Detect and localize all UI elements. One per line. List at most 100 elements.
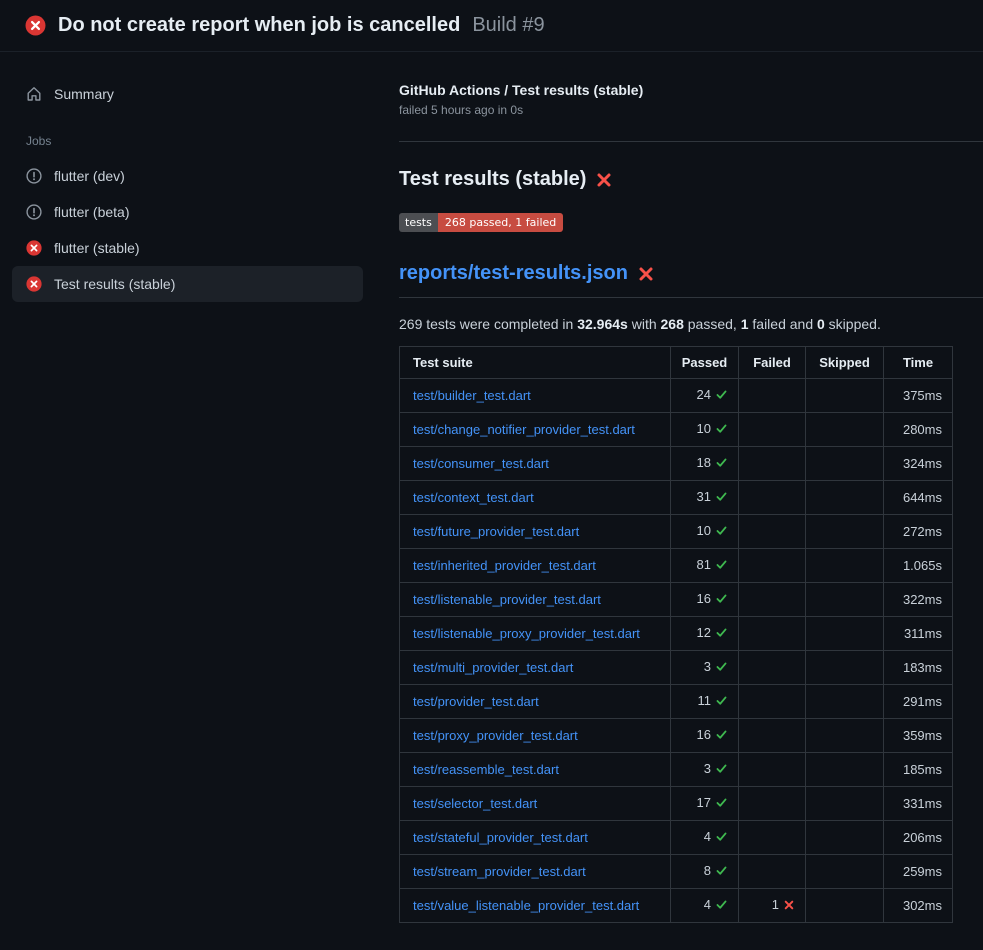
- failed-cell: [739, 549, 806, 583]
- time-cell: 259ms: [884, 855, 953, 889]
- table-row: test/future_provider_test.dart10272ms: [400, 515, 953, 549]
- passed-cell: 4: [671, 889, 739, 923]
- suite-link[interactable]: test/multi_provider_test.dart: [413, 660, 573, 675]
- skipped-cell: [806, 515, 884, 549]
- section-title: Test results (stable): [399, 168, 983, 191]
- suite-cell: test/future_provider_test.dart: [400, 515, 671, 549]
- suite-link[interactable]: test/stateful_provider_test.dart: [413, 830, 588, 845]
- failed-cell: [739, 719, 806, 753]
- check-icon: [715, 864, 728, 880]
- sidebar-job-2[interactable]: flutter (beta): [12, 194, 363, 230]
- suite-cell: test/change_notifier_provider_test.dart: [400, 413, 671, 447]
- x-circle-icon: [26, 276, 42, 292]
- suite-link[interactable]: test/listenable_provider_test.dart: [413, 592, 601, 607]
- report-file-link[interactable]: reports/test-results.json: [399, 262, 628, 285]
- passed-count: 10: [697, 421, 711, 436]
- suite-link[interactable]: test/context_test.dart: [413, 490, 534, 505]
- passed-cell: 24: [671, 379, 739, 413]
- time-cell: 311ms: [884, 617, 953, 651]
- skipped-cell: [806, 481, 884, 515]
- check-icon: [715, 456, 728, 472]
- x-icon: [783, 899, 795, 914]
- check-icon: [715, 796, 728, 812]
- check-icon: [715, 524, 728, 540]
- time-cell: 291ms: [884, 685, 953, 719]
- sidebar-item-summary[interactable]: Summary: [12, 76, 363, 112]
- suite-link[interactable]: test/change_notifier_provider_test.dart: [413, 422, 635, 437]
- time-cell: 644ms: [884, 481, 953, 515]
- failed-cell: [739, 787, 806, 821]
- sidebar-job-1[interactable]: flutter (dev): [12, 158, 363, 194]
- time-cell: 1.065s: [884, 549, 953, 583]
- x-circle-icon: [26, 240, 42, 256]
- skipped-cell: [806, 583, 884, 617]
- passed-cell: 3: [671, 651, 739, 685]
- table-row: test/provider_test.dart 11 291ms: [400, 685, 953, 719]
- build-failed-icon: [25, 15, 46, 36]
- section-title-text: Test results (stable): [399, 168, 586, 191]
- check-icon: [715, 830, 728, 846]
- suite-link[interactable]: test/proxy_provider_test.dart: [413, 728, 578, 743]
- failed-cell: [739, 821, 806, 855]
- passed-count: 11: [698, 693, 712, 708]
- passed-count: 16: [697, 727, 711, 742]
- skipped-cell: [806, 787, 884, 821]
- jobs-list: flutter (dev) flutter (beta) flutter (stab…: [12, 158, 363, 302]
- skipped-cell: [806, 413, 884, 447]
- skipped-cell: [806, 855, 884, 889]
- failed-cell: [739, 413, 806, 447]
- skipped-cell: [806, 821, 884, 855]
- table-row: test/listenable_provider_test.dart16322m…: [400, 583, 953, 617]
- job-label: flutter (beta): [54, 204, 129, 220]
- passed-cell: 4: [671, 821, 739, 855]
- check-icon: [715, 626, 728, 642]
- suite-cell: test/proxy_provider_test.dart: [400, 719, 671, 753]
- suite-cell: test/builder_test.dart: [400, 379, 671, 413]
- failed-cell: [739, 447, 806, 481]
- suite-link[interactable]: test/inherited_provider_test.dart: [413, 558, 596, 573]
- passed-count: 17: [697, 795, 711, 810]
- passed-cell: 8: [671, 855, 739, 889]
- table-row: test/stateful_provider_test.dart4206ms: [400, 821, 953, 855]
- time-cell: 183ms: [884, 651, 953, 685]
- sidebar-job-3[interactable]: flutter (stable): [12, 230, 363, 266]
- suite-link[interactable]: test/listenable_proxy_provider_test.dart: [413, 626, 640, 641]
- check-icon: [715, 490, 728, 506]
- suite-link[interactable]: test/value_listenable_provider_test.dart: [413, 898, 639, 913]
- suite-cell: test/multi_provider_test.dart: [400, 651, 671, 685]
- passed-cell: 16: [671, 583, 739, 617]
- passed-cell: 18: [671, 447, 739, 481]
- job-label: flutter (dev): [54, 168, 125, 184]
- suite-cell: test/stateful_provider_test.dart: [400, 821, 671, 855]
- table-header-row: Test suitePassedFailedSkippedTime: [400, 347, 953, 379]
- suite-link[interactable]: test/reassemble_test.dart: [413, 762, 559, 777]
- table-row: test/context_test.dart 31 644ms: [400, 481, 953, 515]
- passed-count: 8: [704, 863, 711, 878]
- table-row: test/stream_provider_test.dart 8 259ms: [400, 855, 953, 889]
- suite-link[interactable]: test/consumer_test.dart: [413, 456, 549, 471]
- suite-link[interactable]: test/stream_provider_test.dart: [413, 864, 586, 879]
- suite-link[interactable]: test/provider_test.dart: [413, 694, 539, 709]
- column-header: Test suite: [400, 347, 671, 379]
- tests-badge: tests 268 passed, 1 failed: [399, 213, 563, 232]
- failed-cell: 1: [739, 889, 806, 923]
- table-row: test/value_listenable_provider_test.dart…: [400, 889, 953, 923]
- skipped-cell: [806, 753, 884, 787]
- job-label: flutter (stable): [54, 240, 140, 256]
- passed-count: 24: [697, 387, 711, 402]
- sidebar-job-4[interactable]: Test results (stable): [12, 266, 363, 302]
- column-header: Skipped: [806, 347, 884, 379]
- time-cell: 375ms: [884, 379, 953, 413]
- suite-link[interactable]: test/selector_test.dart: [413, 796, 537, 811]
- passed-cell: 81: [671, 549, 739, 583]
- suite-link[interactable]: test/builder_test.dart: [413, 388, 531, 403]
- suite-link[interactable]: test/future_provider_test.dart: [413, 524, 579, 539]
- check-icon: [715, 422, 728, 438]
- passed-cell: 31: [671, 481, 739, 515]
- passed-count: 31: [697, 489, 711, 504]
- report-heading: reports/test-results.json: [399, 262, 983, 298]
- check-icon: [715, 388, 728, 404]
- suite-cell: test/provider_test.dart: [400, 685, 671, 719]
- skipped-cell: [806, 549, 884, 583]
- passed-count: 4: [704, 897, 711, 912]
